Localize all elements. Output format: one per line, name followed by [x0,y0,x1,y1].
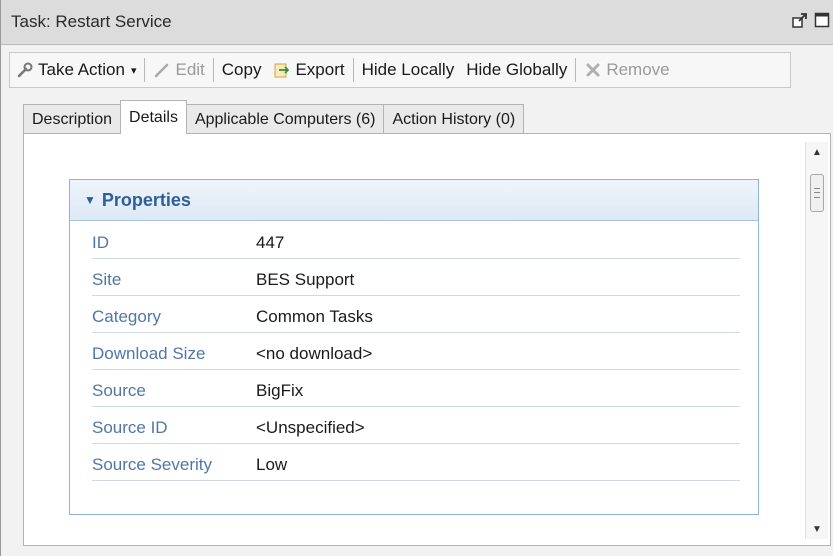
scroll-down-arrow-icon[interactable]: ▼ [806,519,828,539]
details-panel: ▼ Properties ID 447 Site BES Support Cat… [23,133,831,546]
scroll-thumb[interactable] [810,174,824,212]
grip-icon [814,188,820,198]
property-row-download-size: Download Size <no download> [92,333,740,370]
toolbar-divider [352,58,354,82]
title-controls [792,12,830,28]
tab-description[interactable]: Description [23,104,122,134]
hide-globally-button[interactable]: Hide Globally [460,53,573,87]
toolbar: Take Action ▾ Edit Copy Export Hide Loca… [9,52,791,88]
property-value: BES Support [256,270,355,289]
property-key: Category [92,307,161,326]
hide-locally-label: Hide Locally [361,60,455,79]
export-icon [273,61,291,79]
property-key: Source Severity [92,455,212,474]
collapse-arrow-icon: ▼ [84,193,96,207]
window-title: Task: Restart Service [11,12,172,31]
property-row-source-severity: Source Severity Low [92,444,740,481]
property-value: Low [256,455,288,474]
remove-x-icon [584,61,602,79]
property-row-category: Category Common Tasks [92,296,740,333]
scroll-up-arrow-icon[interactable]: ▲ [806,142,828,162]
property-key: ID [92,233,109,252]
property-value: 447 [256,233,285,252]
toolbar-divider [144,58,146,82]
property-value: Common Tasks [256,307,373,326]
property-key: Download Size [92,344,206,363]
toolbar-divider [575,58,577,82]
property-row-source-id: Source ID <Unspecified> [92,407,740,444]
property-row-source: Source BigFix [92,370,740,407]
property-key: Source [92,381,146,400]
copy-label: Copy [221,60,262,79]
copy-button[interactable]: Copy [216,53,268,87]
task-window: Task: Restart Service Take Action ▾ Edit [0,0,833,556]
toolbar-divider [212,58,214,82]
remove-label: Remove [606,60,670,79]
export-button[interactable]: Export [267,53,350,87]
properties-section: ▼ Properties ID 447 Site BES Support Cat… [69,179,759,515]
property-row-id: ID 447 [92,222,740,259]
take-action-label: Take Action [38,60,125,79]
property-row-site: Site BES Support [92,259,740,296]
property-key: Site [92,270,122,289]
edit-button[interactable]: Edit [147,53,210,87]
remove-button[interactable]: Remove [578,53,675,87]
wrench-icon [16,61,34,79]
vertical-scrollbar[interactable]: ▲ ▼ [805,142,828,539]
property-value: <Unspecified> [256,418,365,437]
property-value: <no download> [256,344,373,363]
tab-details[interactable]: Details [120,100,187,134]
tab-action-history[interactable]: Action History (0) [383,104,525,134]
tab-strip: Description Details Applicable Computers… [23,100,525,134]
title-bar: Task: Restart Service [1,0,833,45]
edit-label: Edit [175,60,205,79]
export-label: Export [295,60,345,79]
chevron-down-icon: ▾ [130,64,137,77]
properties-header[interactable]: ▼ Properties [70,180,758,221]
pencil-icon [153,61,171,79]
properties-title: Properties [101,189,191,210]
hide-locally-button[interactable]: Hide Locally [356,53,461,87]
maximize-icon[interactable] [814,12,830,28]
hide-globally-label: Hide Globally [466,60,568,79]
property-value: BigFix [256,381,304,400]
tab-applicable-computers[interactable]: Applicable Computers (6) [185,104,385,134]
property-key: Source ID [92,418,168,437]
take-action-button[interactable]: Take Action ▾ [10,53,142,87]
undock-icon[interactable] [792,12,808,28]
